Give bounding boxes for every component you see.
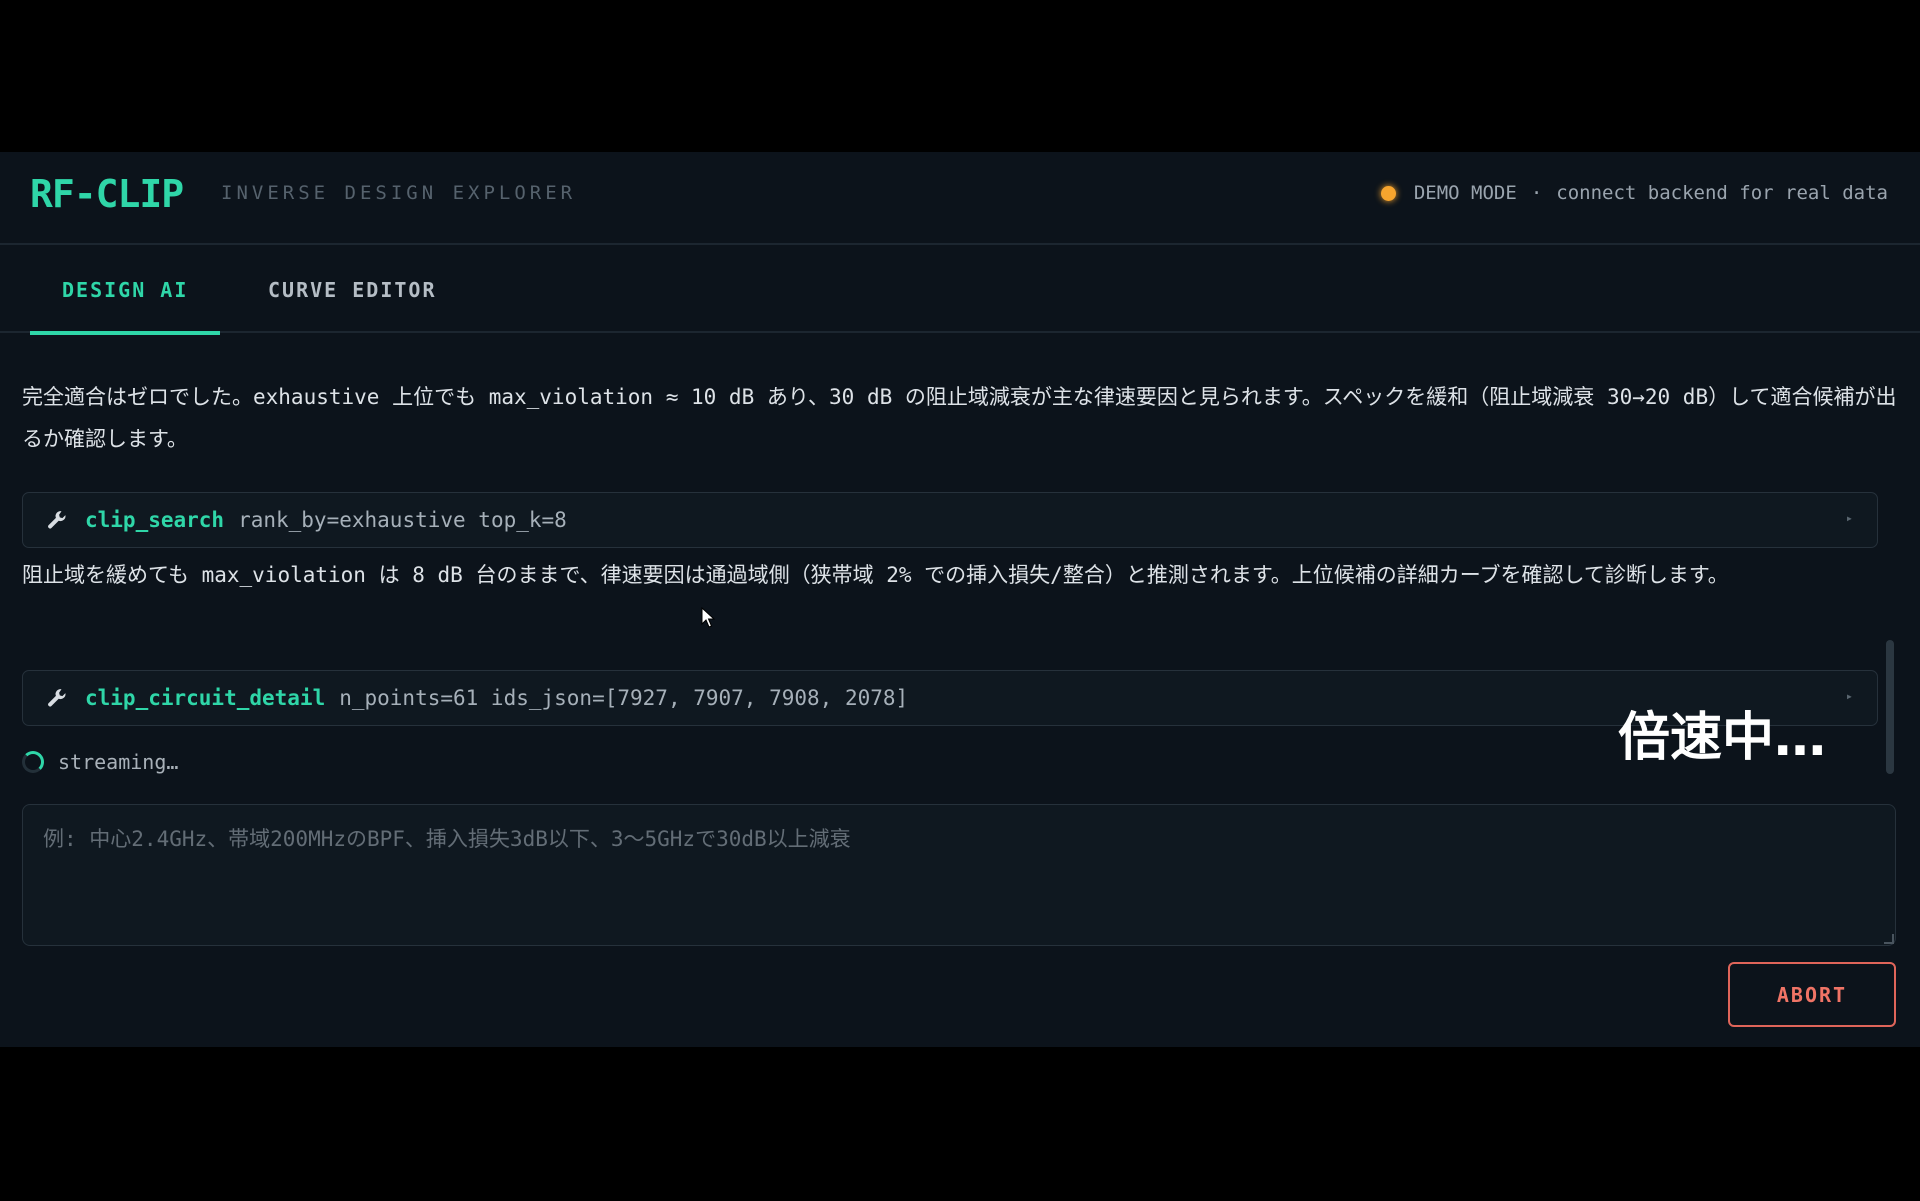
tab-bar: DESIGN AI CURVE EDITOR [0, 247, 1920, 335]
tool-call-clip-circuit-detail[interactable]: clip_circuit_detail n_points=61 ids_json… [22, 670, 1878, 726]
spinner-icon [22, 751, 44, 773]
assistant-message: 完全適合はゼロでした。exhaustive 上位でも max_violation… [22, 385, 1897, 451]
app-subtitle: INVERSE DESIGN EXPLORER [221, 182, 577, 204]
mouse-pointer-icon [701, 607, 715, 628]
expand-caret-icon[interactable]: ▸ [1846, 689, 1853, 703]
tool-call-clip-search[interactable]: clip_search rank_by=exhaustive top_k=8 ▸ [22, 492, 1878, 548]
demo-mode-status: DEMO MODE · connect backend for real dat… [1380, 178, 1888, 208]
tool-args: n_points=61 ids_json=[7927, 7907, 7908, … [339, 686, 909, 710]
streaming-label: streaming… [58, 750, 179, 774]
resize-grip-icon[interactable] [1884, 934, 1894, 944]
chat-scrollbar[interactable] [1886, 640, 1894, 774]
tab-curve-editor[interactable]: CURVE EDITOR [236, 247, 469, 333]
wrench-icon [48, 511, 66, 529]
tab-design-ai[interactable]: DESIGN AI [30, 247, 221, 335]
header-bar: RF-CLIP INVERSE DESIGN EXPLORER DEMO MOD… [0, 152, 1920, 245]
streaming-indicator: streaming… [22, 742, 178, 782]
abort-button[interactable]: ABORT [1728, 962, 1896, 1027]
tool-name: clip_search [85, 508, 225, 532]
playback-speed-overlay: 倍速中… [1618, 708, 1827, 768]
app-window: RF-CLIP INVERSE DESIGN EXPLORER DEMO MOD… [0, 152, 1920, 1047]
demo-mode-label: DEMO MODE [1413, 182, 1517, 204]
expand-caret-icon[interactable]: ▸ [1846, 511, 1853, 525]
status-separator: · [1530, 182, 1543, 204]
prompt-input[interactable] [22, 804, 1896, 946]
status-dot-icon [1380, 185, 1396, 201]
app-logo: RF-CLIP [30, 172, 184, 216]
tool-name: clip_circuit_detail [85, 686, 326, 710]
tool-args: rank_by=exhaustive top_k=8 [238, 508, 567, 532]
demo-mode-hint: connect backend for real data [1556, 182, 1888, 204]
assistant-message: 阻止域を緩めても max_violation は 8 dB 台のままで、律速要因… [22, 563, 1729, 587]
wrench-icon [48, 689, 66, 707]
